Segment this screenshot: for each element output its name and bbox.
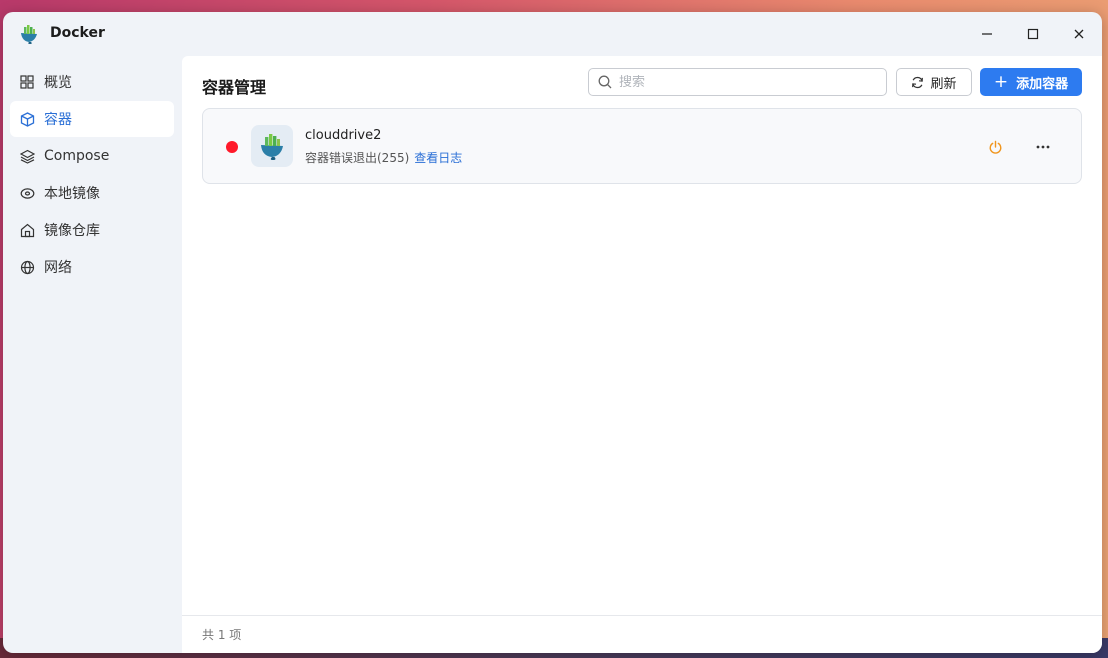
view-logs-link[interactable]: 查看日志	[414, 151, 462, 165]
more-dots-icon	[1036, 145, 1050, 149]
sidebar-item-label: 网络	[44, 260, 72, 276]
sidebar-item-local-images[interactable]: 本地镜像	[10, 175, 174, 211]
sidebar-item-label: 容器	[44, 112, 72, 128]
docker-app-icon	[21, 25, 37, 44]
sidebar-item-network[interactable]: 网络	[10, 249, 174, 285]
sidebar-item-overview[interactable]: 概览	[10, 64, 174, 100]
container-status-line: 容器错误退出(255) 查看日志	[305, 149, 462, 166]
sidebar-item-compose[interactable]: Compose	[10, 138, 174, 174]
page-title: 容器管理	[202, 78, 267, 97]
minimize-icon	[982, 33, 992, 35]
grid-icon	[19, 74, 35, 90]
minimize-button[interactable]	[975, 22, 999, 46]
power-button[interactable]	[984, 136, 1006, 158]
sidebar-item-label: Compose	[44, 148, 110, 164]
refresh-label: 刷新	[930, 76, 957, 92]
search-box[interactable]	[588, 68, 887, 96]
container-card[interactable]: clouddrive2 容器错误退出(255) 查看日志	[202, 108, 1082, 184]
sidebar-item-label: 本地镜像	[44, 186, 100, 202]
globe-icon	[19, 259, 35, 275]
main-panel: 容器管理 刷新 + 添加容器	[182, 56, 1102, 653]
maximize-button[interactable]	[1021, 22, 1045, 46]
search-icon	[598, 75, 612, 89]
sidebar-item-label: 镜像仓库	[44, 223, 100, 239]
item-count: 共 1 项	[202, 628, 242, 642]
sidebar-item-label: 概览	[44, 75, 72, 91]
title-bar: Docker	[3, 12, 1102, 56]
close-icon	[1074, 29, 1084, 39]
maximize-icon	[1027, 28, 1039, 40]
refresh-icon	[911, 76, 924, 89]
add-container-label: 添加容器	[1016, 76, 1069, 92]
refresh-button[interactable]: 刷新	[896, 68, 972, 96]
container-app-icon	[251, 125, 293, 167]
more-options-button[interactable]	[1031, 136, 1055, 158]
add-container-button[interactable]: + 添加容器	[980, 68, 1082, 96]
status-indicator-dot	[226, 141, 238, 153]
sidebar-item-containers[interactable]: 容器	[10, 101, 174, 137]
sidebar: 概览 容器 Compose 本地镜像 镜像仓库 网络	[3, 64, 181, 286]
close-button[interactable]	[1067, 22, 1091, 46]
warehouse-icon	[19, 222, 35, 238]
container-name: clouddrive2	[305, 128, 382, 143]
search-input[interactable]	[619, 74, 869, 90]
disk-icon	[19, 185, 35, 201]
cube-icon	[19, 111, 35, 127]
layers-icon	[19, 148, 35, 164]
docker-window: Docker 概览 容器 Compose 本地镜像 镜像仓库 网络 容器管理 搜…	[3, 12, 1102, 653]
plus-icon: +	[993, 71, 1009, 92]
app-title: Docker	[50, 25, 105, 41]
container-status-text: 容器错误退出(255)	[305, 151, 410, 165]
power-icon	[989, 140, 1001, 154]
sidebar-item-registry[interactable]: 镜像仓库	[10, 212, 174, 248]
footer: 共 1 项	[182, 615, 1102, 653]
